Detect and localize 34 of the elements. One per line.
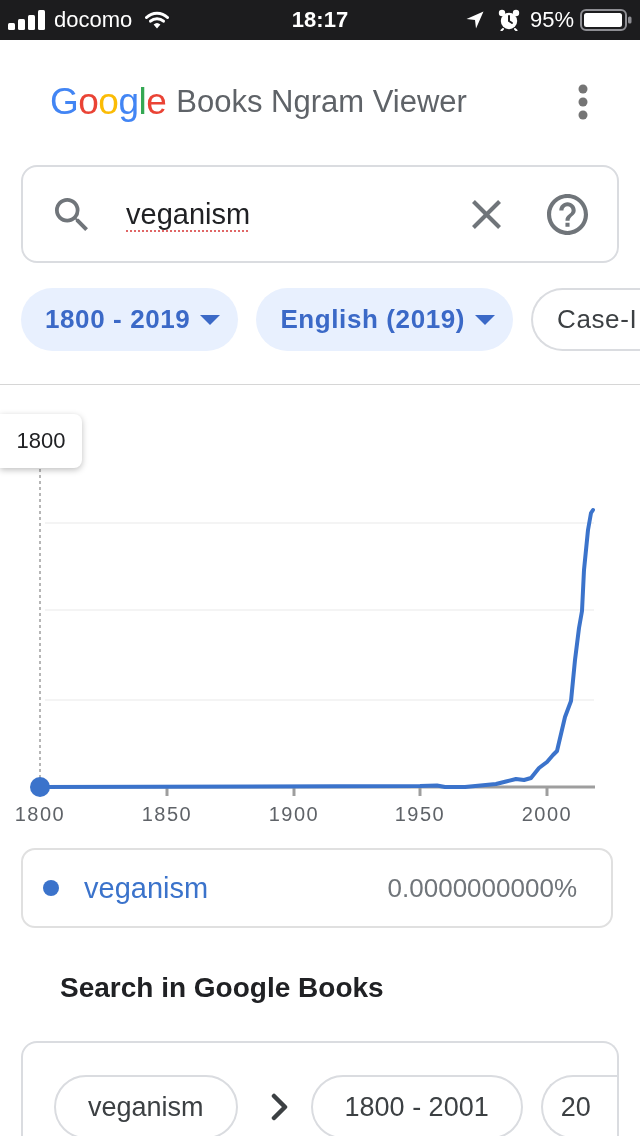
chevron-right-icon [270,1093,289,1121]
legend-value: 0.0000000000% [387,872,577,904]
filter-dropdown[interactable]: English (2019) [256,288,514,351]
filter-dropdown[interactable]: 1800 - 2019 [21,288,239,351]
help-icon[interactable] [547,193,588,235]
section-title: Search in Google Books [60,972,384,1003]
axis-label: 2000 [521,803,573,825]
search-icon [55,197,88,231]
more-options-icon[interactable] [578,84,588,120]
google-logo: Google [50,81,167,123]
term-pill[interactable]: veganism [54,1075,238,1136]
signal-icon [8,10,45,30]
clock-time: 18:17 [291,7,349,33]
carrier-name: docomo [54,7,133,33]
battery-icon [580,9,632,31]
app-title: Books Ngram Viewer [176,84,468,120]
filter-chip[interactable]: Case-I [531,288,640,351]
year-tooltip: 1800 [0,414,82,468]
legend-term[interactable]: veganism [84,871,209,905]
axis-label: 1950 [394,803,446,825]
caret-down-icon [200,314,221,325]
axis-label: 1800 [14,803,66,825]
hover-point-marker [30,777,50,797]
wifi-icon [145,11,170,29]
search-field[interactable]: veganism [21,165,619,263]
alarm-clock-icon [497,9,520,31]
clear-icon[interactable] [472,199,501,229]
axis-label: 1900 [268,803,320,825]
location-arrow-icon [465,11,484,29]
battery-percentage: 95% [529,7,574,33]
date-range-pill[interactable]: 20 [540,1075,617,1136]
axis-label: 1850 [141,803,193,825]
date-range-pill[interactable]: 1800 - 2001 [310,1075,523,1136]
caret-down-icon [475,314,496,325]
